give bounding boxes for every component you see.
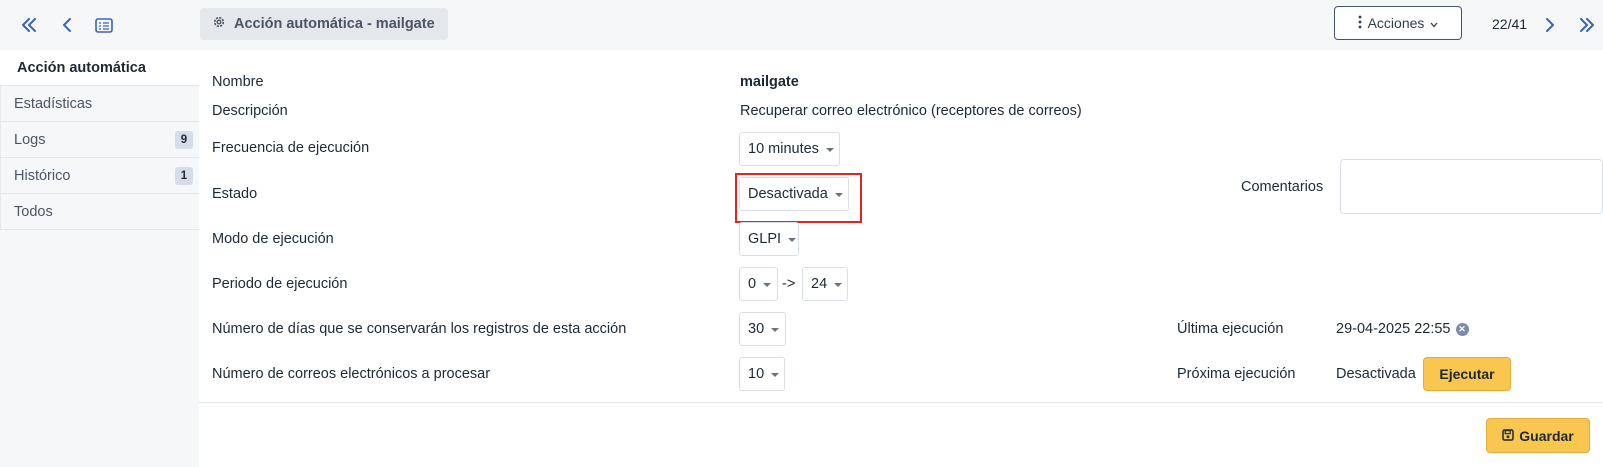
correos-value: 10: [748, 366, 765, 382]
ultima-value-wrap: 29-04-2025 22:55 ✕: [1336, 321, 1469, 337]
periodo-to-select[interactable]: 24: [802, 267, 848, 301]
first-page-icon[interactable]: [18, 14, 40, 36]
chevron-down-icon: [1430, 15, 1438, 31]
frecuencia-label: Frecuencia de ejecución: [212, 140, 370, 156]
periodo-from-value: 0: [748, 276, 757, 292]
last-page-icon[interactable]: [1576, 14, 1598, 36]
tab-todos[interactable]: Todos: [0, 194, 199, 230]
dias-value: 30: [748, 321, 765, 337]
ultima-value: 29-04-2025 22:55: [1336, 321, 1451, 337]
dropdown-caret-icon: [834, 193, 843, 197]
back-icon[interactable]: [56, 14, 78, 36]
ejecutar-button[interactable]: Ejecutar: [1423, 357, 1511, 391]
save-button[interactable]: Guardar: [1486, 418, 1590, 453]
list-icon[interactable]: [93, 14, 115, 36]
gear-icon: [212, 15, 226, 33]
pager-count: 22/41: [1492, 16, 1528, 32]
dias-label: Número de días que se conservarán los re…: [212, 321, 627, 337]
next-icon[interactable]: [1539, 14, 1561, 36]
tab-label: Todos: [14, 203, 53, 220]
dropdown-caret-icon: [763, 283, 772, 287]
page-title: Acción automática - mailgate: [200, 8, 448, 40]
modo-value: GLPI: [748, 231, 782, 247]
descripcion-value: Recuperar correo electrónico (receptores…: [740, 103, 1082, 119]
modo-select[interactable]: GLPI: [739, 222, 799, 256]
modo-label: Modo de ejecución: [212, 231, 334, 247]
estado-value: Desactivada: [748, 186, 828, 202]
tab-label: Histórico: [14, 167, 71, 184]
ejecutar-label: Ejecutar: [1439, 366, 1495, 382]
more-vertical-icon: [1358, 15, 1362, 32]
tab-label: Acción automática: [17, 59, 146, 76]
dias-select[interactable]: 30: [739, 312, 786, 346]
comentarios-textarea[interactable]: [1340, 159, 1603, 214]
dropdown-caret-icon: [834, 283, 843, 287]
nombre-value: mailgate: [740, 74, 799, 90]
actions-button[interactable]: Acciones: [1334, 6, 1462, 40]
descripcion-label: Descripción: [212, 103, 288, 119]
nombre-label: Nombre: [212, 74, 264, 90]
actions-label: Acciones: [1367, 15, 1425, 31]
proxima-value: Desactivada: [1336, 366, 1416, 382]
tab-estadisticas[interactable]: Estadísticas: [0, 86, 199, 122]
count-badge: 9: [175, 131, 193, 149]
periodo-label: Periodo de ejecución: [212, 276, 348, 292]
tab-historico[interactable]: Histórico 1: [0, 158, 199, 194]
tab-label: Logs: [14, 131, 46, 148]
sidebar: Acción automática Estadísticas Logs 9 Hi…: [0, 50, 200, 467]
save-label: Guardar: [1519, 427, 1574, 444]
estado-select[interactable]: Desactivada: [739, 177, 849, 211]
tab-logs[interactable]: Logs 9: [0, 122, 199, 158]
dropdown-caret-icon: [771, 328, 780, 332]
frecuencia-select[interactable]: 10 minutes: [739, 132, 840, 166]
estado-label: Estado: [212, 186, 258, 202]
dropdown-caret-icon: [771, 373, 780, 377]
comentarios-label: Comentarios: [1241, 179, 1324, 195]
periodo-arrow: ->: [782, 276, 796, 292]
frecuencia-value: 10 minutes: [748, 141, 819, 157]
clear-icon[interactable]: ✕: [1455, 322, 1469, 336]
count-badge: 1: [175, 167, 193, 185]
ultima-label: Última ejecución: [1177, 321, 1284, 337]
top-bar: Acción automática - mailgate Acciones 22…: [0, 0, 1603, 51]
tab-label: Estadísticas: [14, 95, 93, 112]
periodo-from-select[interactable]: 0: [739, 267, 778, 301]
dropdown-caret-icon: [788, 238, 797, 242]
form-divider: [199, 402, 1603, 403]
periodo-to-value: 24: [811, 276, 828, 292]
proxima-label: Próxima ejecución: [1177, 366, 1296, 382]
tab-accion-automatica[interactable]: Acción automática: [0, 50, 199, 86]
page-title-text: Acción automática - mailgate: [234, 16, 435, 32]
correos-label: Número de correos electrónicos a procesa…: [212, 366, 491, 382]
dropdown-caret-icon: [825, 148, 834, 152]
save-icon: [1502, 428, 1515, 444]
correos-select[interactable]: 10: [739, 357, 785, 391]
